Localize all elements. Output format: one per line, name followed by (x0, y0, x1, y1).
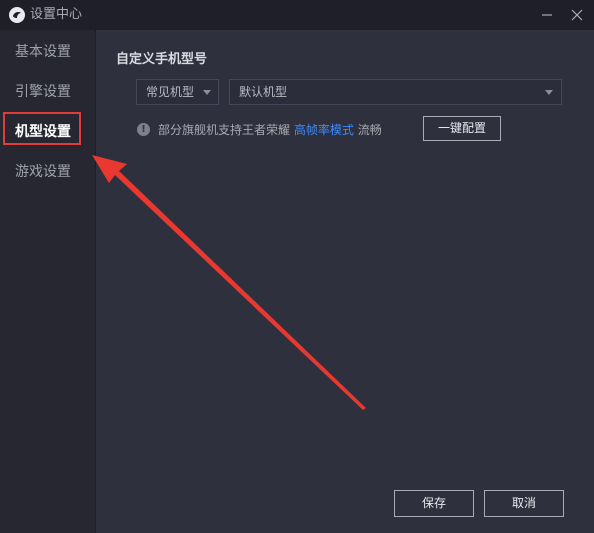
one-key-config-button[interactable]: 一键配置 (423, 116, 501, 141)
annotation-highlight-box (3, 112, 81, 145)
close-button[interactable] (566, 4, 588, 26)
model-settings-panel: 自定义手机型号 常见机型 默认机型 ! 部分旗舰机支持王者荣耀 高帧率模式 流畅… (96, 30, 594, 533)
info-prefix: 部分旗舰机支持王者荣耀 (158, 123, 291, 137)
info-icon: ! (137, 123, 150, 136)
select-value: 默认机型 (239, 85, 288, 99)
sidebar-item-engine[interactable]: 引擎设置 (0, 72, 95, 112)
info-text: 部分旗舰机支持王者荣耀 高帧率模式 流畅 (158, 121, 382, 139)
sidebar-item-label: 基本设置 (15, 44, 71, 60)
high-framerate-link[interactable]: 高帧率模式 (294, 123, 354, 137)
sidebar-item-game[interactable]: 游戏设置 (0, 152, 95, 192)
settings-sidebar: 基本设置 引擎设置 机型设置 游戏设置 (0, 30, 96, 533)
app-logo-icon (9, 7, 25, 23)
window-title: 设置中心 (30, 7, 83, 22)
settings-window: 设置中心 基本设置 引擎设置 机型设置 游戏设置 自定义手机型号 常见机型 默认… (0, 0, 594, 533)
sidebar-item-basic[interactable]: 基本设置 (0, 32, 95, 72)
chevron-down-icon (545, 90, 553, 95)
cancel-button[interactable]: 取消 (484, 490, 564, 517)
minimize-icon (542, 14, 552, 16)
sidebar-item-label: 游戏设置 (15, 164, 71, 180)
chevron-down-icon (203, 90, 211, 95)
section-title: 自定义手机型号 (116, 52, 208, 67)
device-model-select[interactable]: 默认机型 (229, 79, 562, 105)
select-value: 常见机型 (146, 85, 195, 99)
title-bar: 设置中心 (0, 0, 594, 30)
save-button[interactable]: 保存 (394, 490, 474, 517)
model-category-select[interactable]: 常见机型 (136, 79, 219, 105)
close-icon (571, 9, 583, 21)
info-suffix: 流畅 (357, 123, 382, 137)
minimize-button[interactable] (536, 4, 558, 26)
sidebar-item-label: 引擎设置 (15, 84, 71, 100)
